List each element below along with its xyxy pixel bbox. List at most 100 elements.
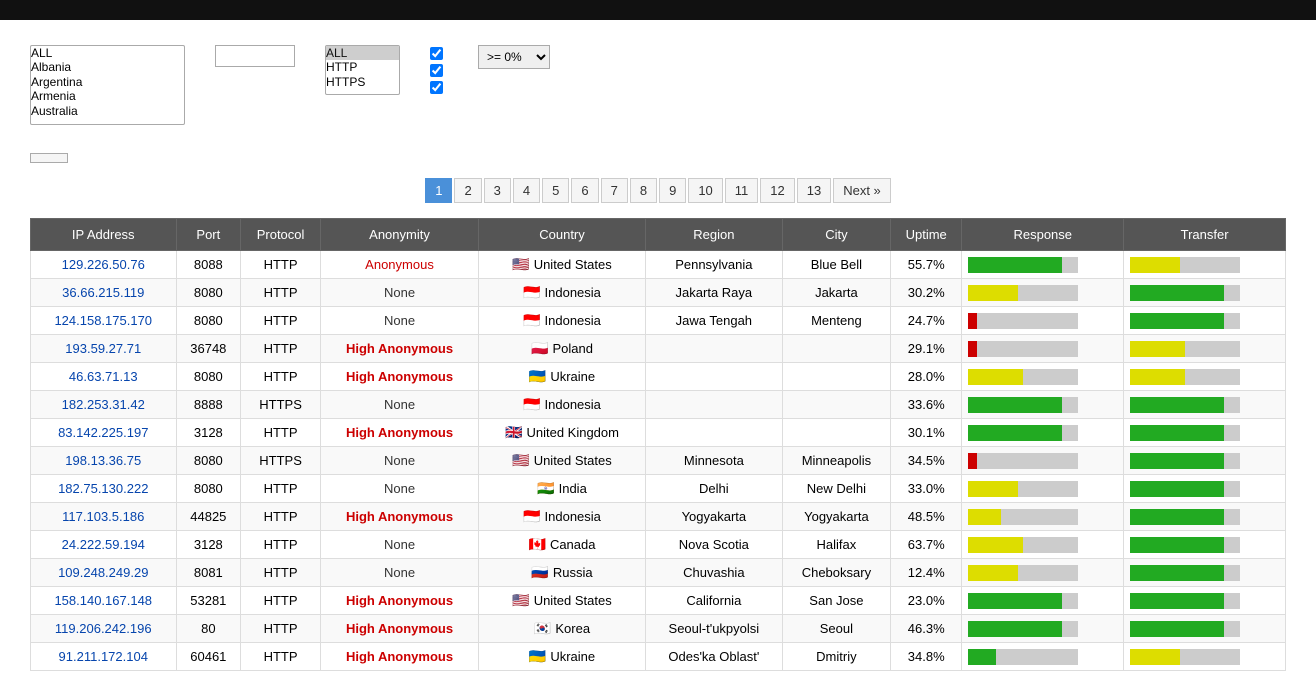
col-header-region: Region bbox=[645, 219, 782, 251]
region-cell: Jawa Tengah bbox=[645, 307, 782, 335]
page-btn-11[interactable]: 11 bbox=[725, 178, 759, 203]
page-btn-5[interactable]: 5 bbox=[542, 178, 569, 203]
page-next-btn[interactable]: Next » bbox=[833, 178, 891, 203]
port-cell: 8080 bbox=[176, 475, 241, 503]
col-header-transfer: Transfer bbox=[1124, 219, 1286, 251]
uptime-cell: 55.7% bbox=[891, 251, 962, 279]
anonymity-filter-group bbox=[430, 40, 448, 94]
ip-link[interactable]: 109.248.249.29 bbox=[58, 565, 148, 580]
protocol-select[interactable]: ALL HTTP HTTPS bbox=[325, 45, 400, 95]
country-cell: 🇷🇺Russia bbox=[479, 559, 646, 587]
uptime-cell: 33.0% bbox=[891, 475, 962, 503]
anon-none-checkbox[interactable] bbox=[430, 47, 443, 60]
city-cell: Jakarta bbox=[782, 279, 890, 307]
country-cell: 🇬🇧United Kingdom bbox=[479, 419, 646, 447]
ip-link[interactable]: 117.103.5.186 bbox=[62, 509, 144, 524]
country-select[interactable]: ALL Albania Argentina Armenia Australia bbox=[30, 45, 185, 125]
uptime-cell: 30.2% bbox=[891, 279, 962, 307]
page-btn-12[interactable]: 12 bbox=[760, 178, 794, 203]
page-btn-6[interactable]: 6 bbox=[571, 178, 598, 203]
city-cell: Cheboksary bbox=[782, 559, 890, 587]
protocol-cell: HTTP bbox=[241, 419, 321, 447]
ip-link[interactable]: 198.13.36.75 bbox=[65, 453, 141, 468]
ip-link[interactable]: 182.253.31.42 bbox=[62, 397, 145, 412]
page-btn-10[interactable]: 10 bbox=[688, 178, 722, 203]
anonymity-cell: None bbox=[321, 559, 479, 587]
page-btn-13[interactable]: 13 bbox=[797, 178, 831, 203]
pagination: 12345678910111213Next » bbox=[30, 178, 1286, 203]
country-cell: 🇨🇦Canada bbox=[479, 531, 646, 559]
col-header-city: City bbox=[782, 219, 890, 251]
transfer-cell bbox=[1124, 475, 1286, 503]
ip-link[interactable]: 119.206.242.196 bbox=[55, 621, 152, 636]
page-btn-2[interactable]: 2 bbox=[454, 178, 481, 203]
city-cell: Halifax bbox=[782, 531, 890, 559]
page-btn-8[interactable]: 8 bbox=[630, 178, 657, 203]
anonymity-cell: None bbox=[321, 531, 479, 559]
city-cell: Yogyakarta bbox=[782, 503, 890, 531]
table-row: 24.222.59.1943128HTTPNone🇨🇦CanadaNova Sc… bbox=[31, 531, 1286, 559]
port-cell: 36748 bbox=[176, 335, 241, 363]
uptime-filter-group: >= 0% >= 10% >= 20% >= 50% >= 80% bbox=[478, 40, 550, 69]
uptime-select[interactable]: >= 0% >= 10% >= 20% >= 50% >= 80% bbox=[478, 45, 550, 69]
region-cell: Jakarta Raya bbox=[645, 279, 782, 307]
protocol-cell: HTTPS bbox=[241, 391, 321, 419]
ip-link[interactable]: 83.142.225.197 bbox=[58, 425, 148, 440]
ip-link[interactable]: 129.226.50.76 bbox=[62, 257, 145, 272]
transfer-cell bbox=[1124, 335, 1286, 363]
page-btn-9[interactable]: 9 bbox=[659, 178, 686, 203]
response-cell bbox=[962, 559, 1124, 587]
ip-link[interactable]: 91.211.172.104 bbox=[59, 649, 148, 664]
protocol-cell: HTTP bbox=[241, 531, 321, 559]
page-btn-4[interactable]: 4 bbox=[513, 178, 540, 203]
table-row: 198.13.36.758080HTTPSNone🇺🇸United States… bbox=[31, 447, 1286, 475]
ip-link[interactable]: 24.222.59.194 bbox=[62, 537, 145, 552]
transfer-cell bbox=[1124, 419, 1286, 447]
anon-high-checkbox[interactable] bbox=[430, 81, 443, 94]
country-cell: 🇺🇸United States bbox=[479, 251, 646, 279]
anon-anonymous-checkbox[interactable] bbox=[430, 64, 443, 77]
uptime-cell: 34.5% bbox=[891, 447, 962, 475]
country-cell: 🇮🇳India bbox=[479, 475, 646, 503]
protocol-cell: HTTP bbox=[241, 559, 321, 587]
ip-link[interactable]: 46.63.71.13 bbox=[69, 369, 138, 384]
uptime-cell: 29.1% bbox=[891, 335, 962, 363]
city-cell: New Delhi bbox=[782, 475, 890, 503]
page-btn-3[interactable]: 3 bbox=[484, 178, 511, 203]
city-cell bbox=[782, 335, 890, 363]
port-input[interactable] bbox=[215, 45, 295, 67]
port-filter-group bbox=[215, 40, 295, 67]
city-cell bbox=[782, 391, 890, 419]
table-row: 117.103.5.18644825HTTPHigh Anonymous🇮🇩In… bbox=[31, 503, 1286, 531]
region-cell: Odes'ka Oblast' bbox=[645, 643, 782, 671]
port-cell: 80 bbox=[176, 615, 241, 643]
country-cell: 🇮🇩Indonesia bbox=[479, 307, 646, 335]
port-cell: 8080 bbox=[176, 307, 241, 335]
response-cell bbox=[962, 643, 1124, 671]
ip-link[interactable]: 36.66.215.119 bbox=[62, 285, 144, 300]
port-cell: 8080 bbox=[176, 279, 241, 307]
transfer-cell bbox=[1124, 363, 1286, 391]
header bbox=[0, 0, 1316, 20]
transfer-cell bbox=[1124, 587, 1286, 615]
protocol-cell: HTTPS bbox=[241, 447, 321, 475]
response-cell bbox=[962, 279, 1124, 307]
ip-link[interactable]: 193.59.27.71 bbox=[65, 341, 141, 356]
region-cell bbox=[645, 363, 782, 391]
table-row: 46.63.71.138080HTTPHigh Anonymous🇺🇦Ukrai… bbox=[31, 363, 1286, 391]
ip-link[interactable]: 182.75.130.222 bbox=[58, 481, 148, 496]
page-btn-7[interactable]: 7 bbox=[601, 178, 628, 203]
response-cell bbox=[962, 615, 1124, 643]
uptime-cell: 28.0% bbox=[891, 363, 962, 391]
transfer-cell bbox=[1124, 307, 1286, 335]
country-filter-group: ALL Albania Argentina Armenia Australia bbox=[30, 40, 185, 125]
region-cell: Chuvashia bbox=[645, 559, 782, 587]
ip-link[interactable]: 158.140.167.148 bbox=[54, 593, 152, 608]
country-cell: 🇮🇩Indonesia bbox=[479, 503, 646, 531]
col-header-port: Port bbox=[176, 219, 241, 251]
anonymity-cell: High Anonymous bbox=[321, 615, 479, 643]
search-button[interactable] bbox=[30, 153, 68, 163]
page-btn-1[interactable]: 1 bbox=[425, 178, 452, 203]
ip-link[interactable]: 124.158.175.170 bbox=[54, 313, 152, 328]
response-cell bbox=[962, 307, 1124, 335]
